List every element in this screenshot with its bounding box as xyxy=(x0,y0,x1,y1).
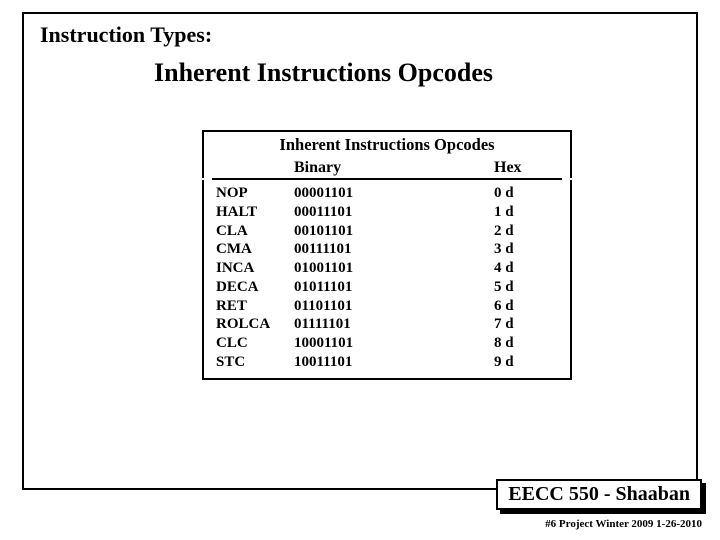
cell-mn: CLC xyxy=(204,334,294,353)
slide-frame: Instruction Types: Inherent Instructions… xyxy=(22,12,698,490)
table-row: NOP000011010 d xyxy=(204,184,570,203)
footer-line: #6 Project Winter 2009 1-26-2010 xyxy=(545,518,702,530)
table-row: ROLCA011111017 d xyxy=(204,315,570,334)
cell-hex: 9 d xyxy=(454,353,564,372)
cell-mn: INCA xyxy=(204,259,294,278)
table-row: STC100111019 d xyxy=(204,353,570,372)
cell-mn: RET xyxy=(204,297,294,316)
cell-hex: 6 d xyxy=(454,297,564,316)
cell-mn: DECA xyxy=(204,278,294,297)
cell-mn: CLA xyxy=(204,222,294,241)
main-title: Inherent Instructions Opcodes xyxy=(154,58,493,88)
table-row: RET011011016 d xyxy=(204,297,570,316)
footer-badge: EECC 550 - Shaaban xyxy=(496,479,702,510)
cell-mn: HALT xyxy=(204,203,294,222)
cell-bin: 01011101 xyxy=(294,278,454,297)
cell-mn: ROLCA xyxy=(204,315,294,334)
cell-hex: 1 d xyxy=(454,203,564,222)
cell-hex: 4 d xyxy=(454,259,564,278)
header-binary: Binary xyxy=(294,159,454,177)
cell-bin: 10011101 xyxy=(294,353,454,372)
opcode-table: Inherent Instructions Opcodes Binary Hex… xyxy=(202,130,572,380)
header-hex: Hex xyxy=(454,159,564,177)
table-row: INCA010011014 d xyxy=(204,259,570,278)
table-row: CLA001011012 d xyxy=(204,222,570,241)
cell-hex: 0 d xyxy=(454,184,564,203)
header-mnemonic xyxy=(204,159,294,177)
badge-text: EECC 550 - Shaaban xyxy=(496,479,702,510)
cell-hex: 5 d xyxy=(454,278,564,297)
table-row: CMA001111013 d xyxy=(204,240,570,259)
cell-mn: STC xyxy=(204,353,294,372)
cell-bin: 10001101 xyxy=(294,334,454,353)
table-row: DECA010111015 d xyxy=(204,278,570,297)
cell-hex: 3 d xyxy=(454,240,564,259)
table-header-row: Binary Hex xyxy=(202,157,572,178)
table-title: Inherent Instructions Opcodes xyxy=(202,130,572,157)
cell-bin: 01001101 xyxy=(294,259,454,278)
table-row: HALT000111011 d xyxy=(204,203,570,222)
cell-bin: 01101101 xyxy=(294,297,454,316)
table-row: CLC100011018 d xyxy=(204,334,570,353)
cell-bin: 00111101 xyxy=(294,240,454,259)
cell-bin: 00101101 xyxy=(294,222,454,241)
cell-bin: 00001101 xyxy=(294,184,454,203)
cell-mn: CMA xyxy=(204,240,294,259)
table-body: NOP000011010 d HALT000111011 d CLA001011… xyxy=(202,180,572,380)
cell-bin: 00011101 xyxy=(294,203,454,222)
cell-hex: 7 d xyxy=(454,315,564,334)
cell-hex: 8 d xyxy=(454,334,564,353)
cell-hex: 2 d xyxy=(454,222,564,241)
section-title: Instruction Types: xyxy=(40,22,212,48)
cell-mn: NOP xyxy=(204,184,294,203)
cell-bin: 01111101 xyxy=(294,315,454,334)
